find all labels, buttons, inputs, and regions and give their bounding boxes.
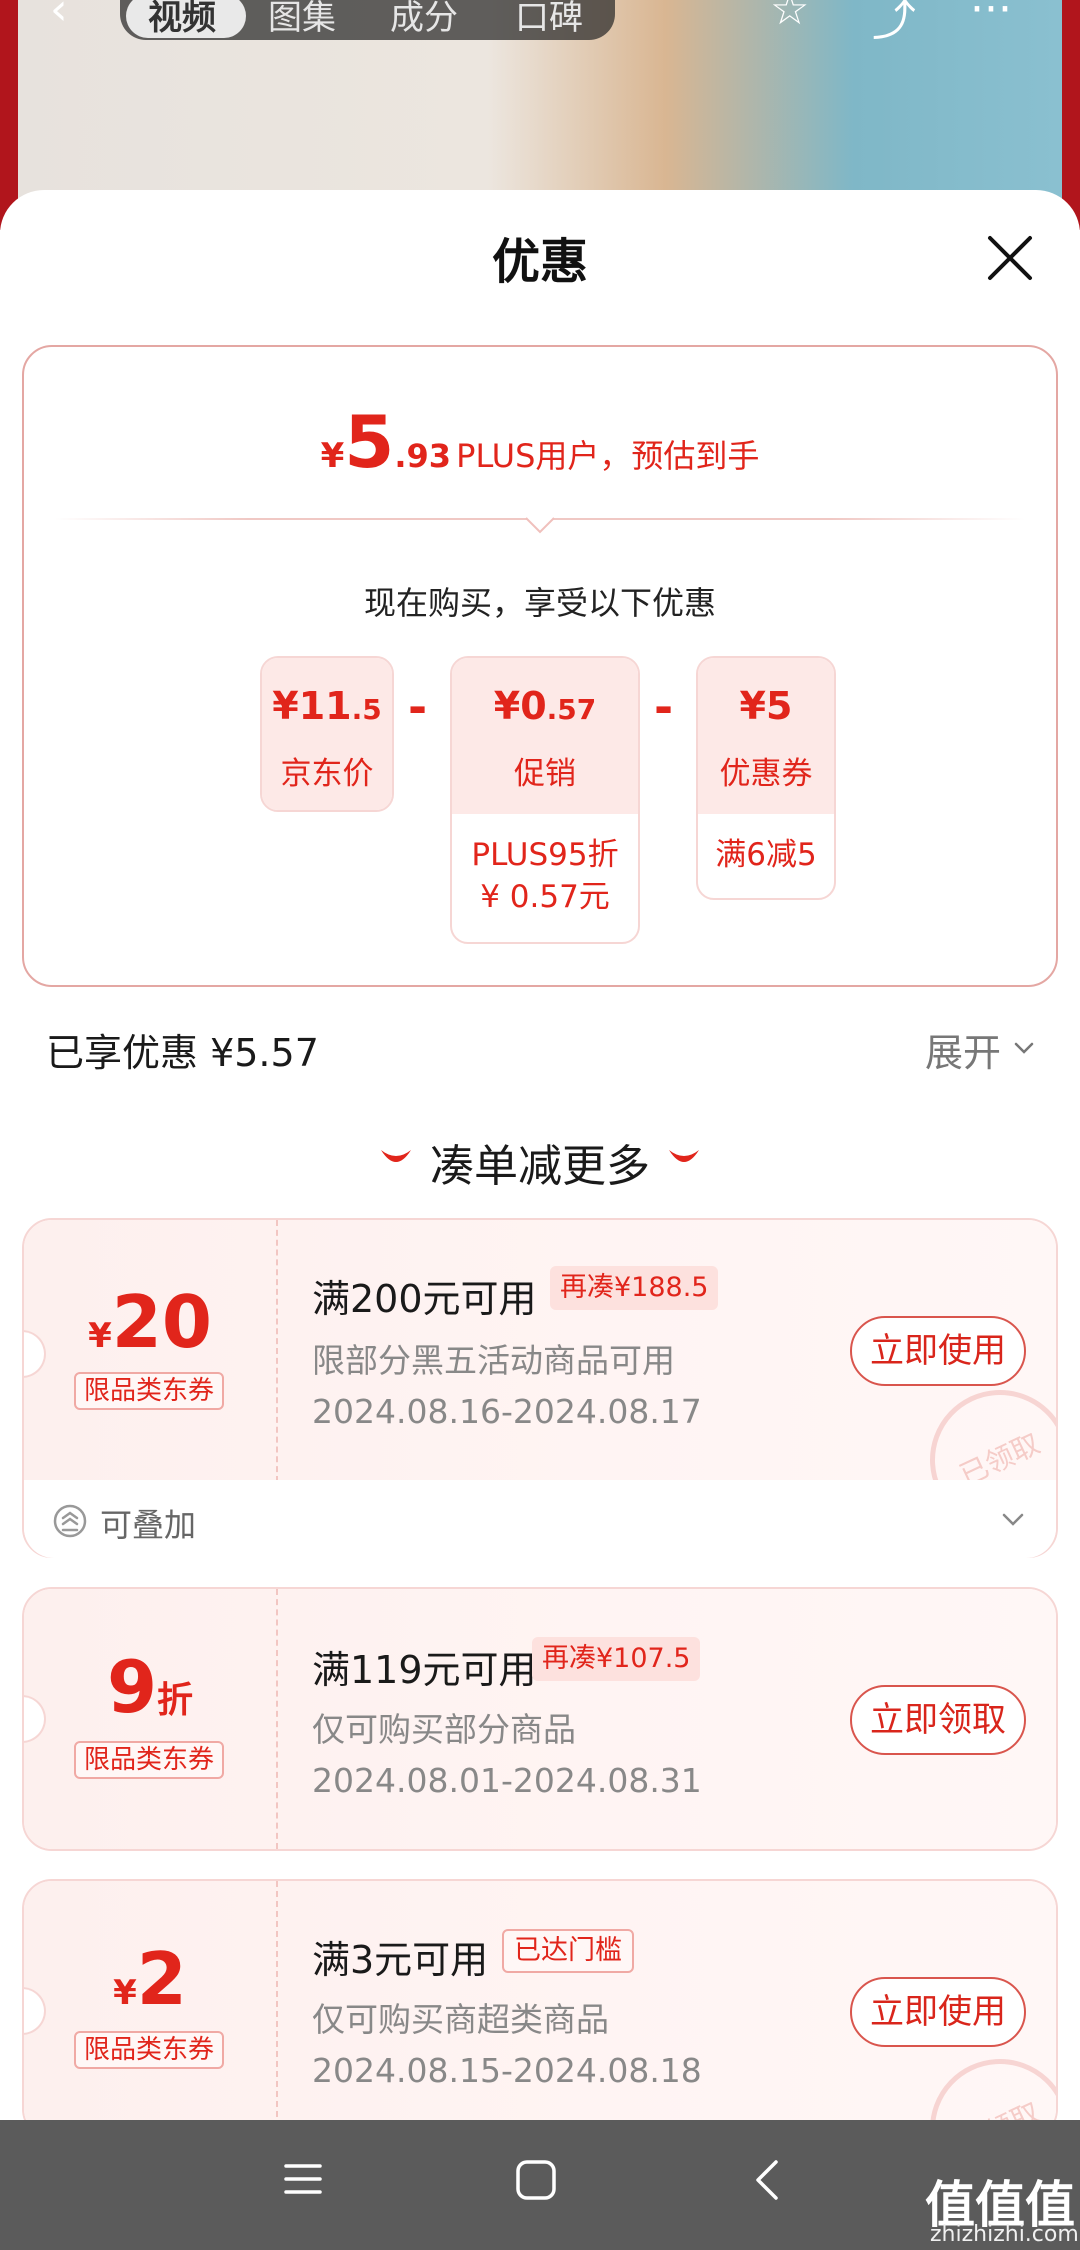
coupon-date: 2024.08.15-2024.08.18 (312, 2051, 702, 2090)
coupon-title: 满119元可用 (312, 1648, 537, 1692)
back-arrow-icon[interactable]: ‹ (50, 0, 68, 35)
home-icon[interactable] (514, 2158, 558, 2202)
breakdown-jd-price: ¥11.5 京东价 (260, 656, 394, 812)
coupon-divider (276, 1220, 278, 1482)
breakdown-value: ¥11 (272, 684, 352, 728)
buy-now-caption: 现在购买，享受以下优惠 (363, 584, 716, 622)
breakdown-label: 促销 (514, 756, 576, 792)
coupon-date: 2024.08.16-2024.08.17 (312, 1392, 702, 1431)
share-icon[interactable]: ⤴ (872, 0, 916, 48)
coupon-divider (276, 1589, 278, 1849)
coupon-desc: 仅可购买商超类商品 (312, 2000, 609, 2039)
divider-notch-icon (525, 517, 555, 534)
coupon-card: 9折 限品类东券 满119元可用 再凑¥107.5 仅可购买部分商品 2024.… (22, 1587, 1058, 1851)
breakdown-promotion: ¥0.57 促销 PLUS95折 ¥ 0.57元 (450, 656, 640, 944)
breakdown-desc: 满6减5 (715, 837, 817, 873)
breakdown-value: ¥5 (739, 684, 793, 728)
coupon-desc: 限部分黑五活动商品可用 (312, 1341, 675, 1380)
coupon-amount: ¥20 (88, 1280, 212, 1364)
price-decimal: .93 (394, 437, 452, 475)
coupon-amount: 9折 (106, 1645, 194, 1729)
breakdown-value-decimal: .57 (546, 693, 597, 726)
coupon-tag: 限品类东券 (74, 2031, 224, 2069)
currency-symbol: ¥ (320, 436, 345, 476)
breakdown-value-decimal: .5 (351, 693, 382, 726)
tab-gallery[interactable]: 图集 (268, 0, 336, 39)
stackable-icon (53, 1504, 87, 1538)
coupon-divider (276, 1881, 278, 2137)
sheet-title: 优惠 (491, 234, 588, 290)
breakdown-label: 京东价 (280, 756, 374, 792)
coupon-desc: 仅可购买部分商品 (312, 1710, 576, 1749)
tab-reviews[interactable]: 口碑 (515, 0, 583, 39)
breakdown-value: ¥0 (493, 684, 547, 728)
chevron-down-icon[interactable] (1012, 1036, 1036, 1060)
enjoyed-discount-total: 已享优惠 ¥5.57 (46, 1031, 319, 1075)
price-integer: 5 (344, 400, 395, 484)
stackable-label: 可叠加 (100, 1506, 197, 1544)
coupon-badge: 已达门槛 (502, 1929, 634, 1973)
breakdown-label: 优惠券 (719, 756, 813, 792)
coupon-badge: 再凑¥107.5 (532, 1637, 701, 1681)
breakdown-coupon: ¥5 优惠券 满6减5 (696, 656, 836, 900)
favorite-star-icon[interactable]: ☆ (770, 0, 809, 35)
more-icon[interactable]: ··· (970, 0, 1012, 35)
estimated-price: ¥5.93 PLUS用户，预估到手 (0, 400, 1080, 484)
minus-sign: - (408, 680, 428, 734)
breakdown-desc: PLUS95折 ¥ 0.57元 (471, 837, 619, 915)
smile-ornament-right-icon (669, 1150, 699, 1162)
coupon-title: 满3元可用 (312, 1938, 489, 1982)
use-now-button[interactable]: 立即使用 (850, 1316, 1026, 1386)
coupon-card: ¥2 限品类东券 满3元可用 已达门槛 仅可购买商超类商品 2024.08.15… (22, 1879, 1058, 2139)
tab-ingredients[interactable]: 成分 (390, 0, 458, 39)
back-icon[interactable] (752, 2158, 782, 2202)
coupon-tag: 限品类东券 (74, 1372, 224, 1410)
recent-apps-icon[interactable] (282, 2158, 324, 2200)
watermark-url: zhizhizhi.com (930, 2222, 1079, 2247)
coupon-tag: 限品类东券 (74, 1741, 224, 1779)
close-icon[interactable] (982, 230, 1038, 286)
coupon-amount: ¥2 (113, 1937, 187, 2021)
expand-button[interactable]: 展开 (925, 1022, 1001, 1077)
coupon-badge: 再凑¥188.5 (550, 1266, 719, 1310)
more-savings-title: 凑单减更多 (430, 1141, 650, 1192)
tab-video[interactable]: 视频 (148, 0, 216, 39)
price-note: PLUS用户，预估到手 (456, 437, 760, 475)
coupon-date: 2024.08.01-2024.08.31 (312, 1761, 702, 1800)
use-now-button[interactable]: 立即使用 (850, 1977, 1026, 2047)
coupon-title: 满200元可用 (312, 1277, 537, 1321)
claim-now-button[interactable]: 立即领取 (850, 1685, 1026, 1755)
minus-sign: - (654, 680, 674, 734)
chevron-down-icon[interactable] (1000, 1510, 1026, 1530)
